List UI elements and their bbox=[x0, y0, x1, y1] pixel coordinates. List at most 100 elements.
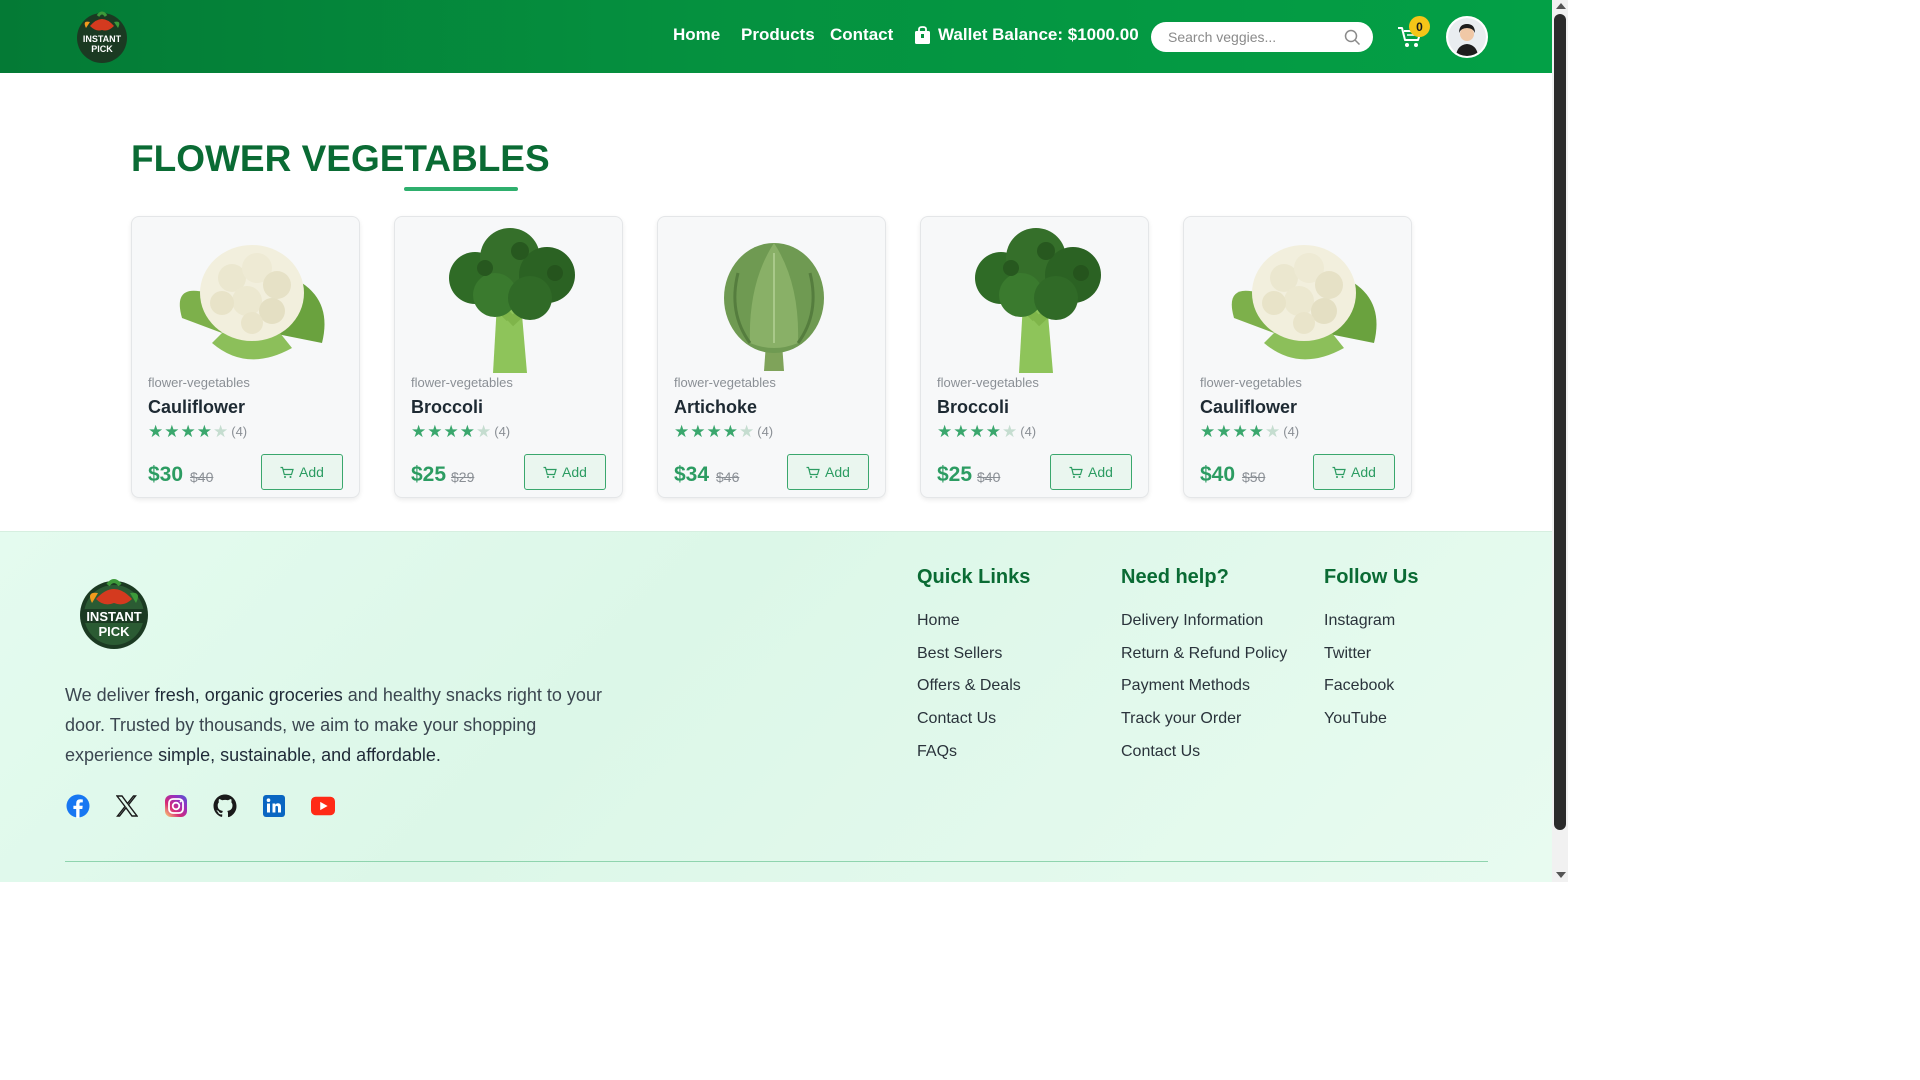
wallet-icon bbox=[915, 25, 930, 44]
product-category: flower-vegetables bbox=[937, 375, 1039, 390]
svg-text:PICK: PICK bbox=[91, 44, 113, 54]
add-to-cart-button[interactable]: Add bbox=[1050, 454, 1132, 490]
footer-link[interactable]: Facebook bbox=[1324, 677, 1394, 695]
github-icon[interactable] bbox=[213, 794, 237, 818]
add-to-cart-button[interactable]: Add bbox=[787, 454, 869, 490]
footer-column-title: Need help? bbox=[1121, 566, 1229, 588]
product-name[interactable]: Cauliflower bbox=[1200, 397, 1297, 418]
top-navbar: INSTANT PICK Home Products Contact Walle… bbox=[0, 0, 1552, 73]
cauliflower-image[interactable] bbox=[1204, 223, 1394, 373]
star-icon: ★ bbox=[1200, 422, 1216, 441]
add-button-label: Add bbox=[1088, 464, 1113, 480]
product-name[interactable]: Broccoli bbox=[937, 397, 1009, 418]
add-to-cart-button[interactable]: Add bbox=[1313, 454, 1395, 490]
nav-contact[interactable]: Contact bbox=[830, 25, 893, 45]
product-name[interactable]: Broccoli bbox=[411, 397, 483, 418]
product-rating: ★ ★ ★ ★ ★ (4) bbox=[1200, 423, 1299, 440]
star-icon: ★ bbox=[706, 422, 722, 441]
product-card[interactable]: flower-vegetables Broccoli ★ ★ ★ ★ ★ (4) $25 … bbox=[920, 216, 1149, 498]
facebook-icon[interactable] bbox=[66, 794, 90, 818]
star-icon: ★ bbox=[1232, 422, 1248, 441]
star-icon: ★ bbox=[690, 422, 706, 441]
footer-link[interactable]: FAQs bbox=[917, 743, 957, 761]
star-icon: ★ bbox=[213, 422, 229, 441]
add-button-label: Add bbox=[562, 464, 587, 480]
product-price: $25 bbox=[937, 463, 973, 486]
nav-products[interactable]: Products bbox=[741, 25, 815, 45]
product-name[interactable]: Artichoke bbox=[674, 397, 757, 418]
user-avatar[interactable] bbox=[1446, 16, 1488, 58]
footer-link[interactable]: Return & Refund Policy bbox=[1121, 645, 1287, 663]
footer-link[interactable]: Track your Order bbox=[1121, 710, 1241, 728]
star-icon: ★ bbox=[969, 422, 985, 441]
product-card[interactable]: flower-vegetables Artichoke ★ ★ ★ ★ ★ (4) $34… bbox=[657, 216, 886, 498]
youtube-icon[interactable] bbox=[311, 794, 335, 818]
instagram-icon[interactable] bbox=[164, 794, 188, 818]
star-icon: ★ bbox=[427, 422, 443, 441]
add-to-cart-button[interactable]: Add bbox=[261, 454, 343, 490]
product-old-price: $40 bbox=[190, 469, 214, 485]
product-old-price: $29 bbox=[451, 469, 475, 485]
title-underline bbox=[404, 187, 518, 191]
svg-text:INSTANT: INSTANT bbox=[83, 34, 122, 44]
footer-link[interactable]: Contact Us bbox=[1121, 743, 1200, 761]
artichoke-image[interactable] bbox=[678, 223, 868, 373]
footer-link[interactable]: Twitter bbox=[1324, 645, 1371, 663]
star-icon: ★ bbox=[1002, 422, 1018, 441]
rating-count: (4) bbox=[1020, 424, 1037, 439]
nav-home[interactable]: Home bbox=[673, 25, 720, 45]
search-input[interactable] bbox=[1168, 29, 1328, 45]
footer-link[interactable]: YouTube bbox=[1324, 710, 1387, 728]
product-name[interactable]: Cauliflower bbox=[148, 397, 245, 418]
add-to-cart-button[interactable]: Add bbox=[524, 454, 606, 490]
scrollbar-thumb[interactable] bbox=[1554, 14, 1566, 830]
add-button-label: Add bbox=[825, 464, 850, 480]
cart-icon bbox=[1332, 466, 1346, 478]
scroll-up-arrow-icon[interactable] bbox=[1556, 3, 1566, 9]
broccoli-image[interactable] bbox=[941, 223, 1131, 373]
footer-link[interactable]: Payment Methods bbox=[1121, 677, 1250, 695]
star-icon: ★ bbox=[443, 422, 459, 441]
cart-icon bbox=[543, 466, 557, 478]
star-icon: ★ bbox=[1216, 422, 1232, 441]
footer-link[interactable]: Offers & Deals bbox=[917, 677, 1021, 695]
star-icon: ★ bbox=[985, 422, 1001, 441]
search-icon[interactable] bbox=[1344, 29, 1361, 46]
product-old-price: $50 bbox=[1242, 469, 1266, 485]
cart-icon bbox=[1069, 466, 1083, 478]
footer-link[interactable]: Contact Us bbox=[917, 710, 996, 728]
product-price: $30 bbox=[148, 463, 184, 486]
scroll-down-arrow-icon[interactable] bbox=[1556, 872, 1566, 878]
instant-pick-logo-footer[interactable]: INSTANT PICK bbox=[76, 573, 152, 651]
star-icon: ★ bbox=[937, 422, 953, 441]
footer-column-title: Quick Links bbox=[917, 566, 1031, 588]
cauliflower-image[interactable] bbox=[152, 223, 342, 373]
product-old-price: $40 bbox=[977, 469, 1001, 485]
footer-link[interactable]: Delivery Information bbox=[1121, 612, 1263, 630]
star-icon: ★ bbox=[1265, 422, 1281, 441]
footer-link[interactable]: Best Sellers bbox=[917, 645, 1002, 663]
product-card[interactable]: flower-vegetables Cauliflower ★ ★ ★ ★ ★ (4) $… bbox=[1183, 216, 1412, 498]
cart-icon bbox=[806, 466, 820, 478]
add-button-label: Add bbox=[299, 464, 324, 480]
x-icon[interactable] bbox=[115, 794, 139, 818]
rating-count: (4) bbox=[494, 424, 511, 439]
product-card[interactable]: flower-vegetables Cauliflower ★ ★ ★ ★ ★ (4) $… bbox=[131, 216, 360, 498]
star-icon: ★ bbox=[148, 422, 164, 441]
wallet-balance-label: Wallet Balance: $1000.00 bbox=[938, 25, 1139, 44]
product-category: flower-vegetables bbox=[674, 375, 776, 390]
product-price: $40 bbox=[1200, 463, 1236, 486]
about-text: We deliver fresh, organic groceries and … bbox=[65, 685, 602, 765]
product-card[interactable]: flower-vegetables Broccoli ★ ★ ★ ★ ★ (4) $25 … bbox=[394, 216, 623, 498]
linkedin-icon[interactable] bbox=[262, 794, 286, 818]
rating-count: (4) bbox=[1283, 424, 1300, 439]
footer-link[interactable]: Home bbox=[917, 612, 960, 630]
social-icons bbox=[66, 794, 335, 818]
footer-link[interactable]: Instagram bbox=[1324, 612, 1395, 630]
svg-text:PICK: PICK bbox=[98, 624, 130, 639]
product-rating: ★ ★ ★ ★ ★ (4) bbox=[674, 423, 773, 440]
star-icon: ★ bbox=[459, 422, 475, 441]
instant-pick-logo[interactable]: INSTANT PICK bbox=[72, 6, 132, 66]
footer-column-title: Follow Us bbox=[1324, 566, 1419, 588]
broccoli-image[interactable] bbox=[415, 223, 605, 373]
